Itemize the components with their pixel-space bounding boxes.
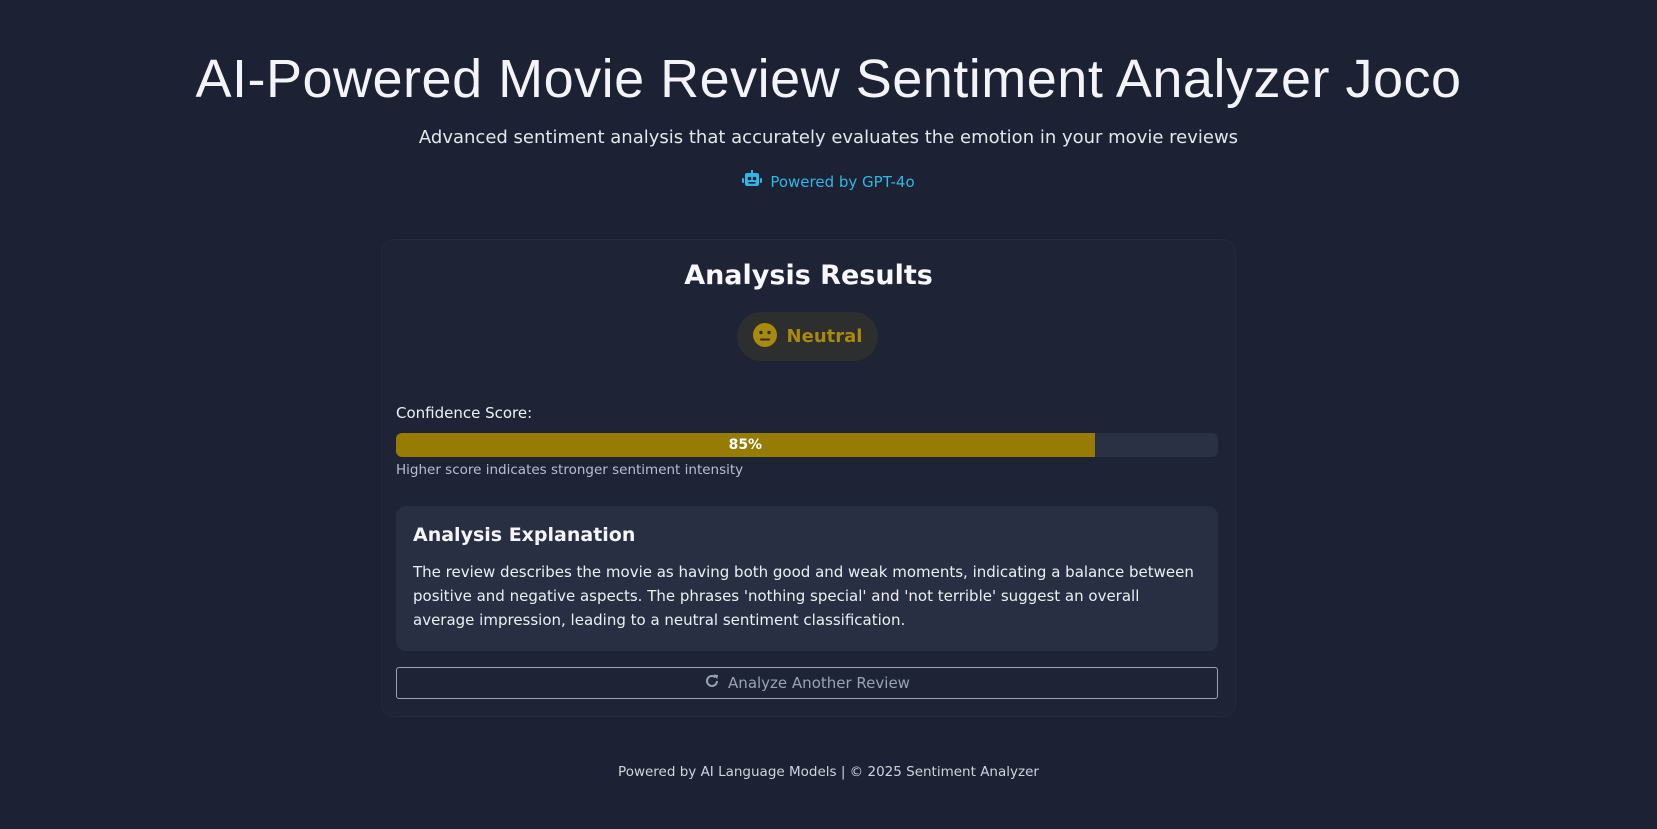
analyze-another-label: Analyze Another Review <box>728 674 910 692</box>
page-subtitle: Advanced sentiment analysis that accurat… <box>418 127 1239 148</box>
page-title: AI-Powered Movie Review Sentiment Analyz… <box>195 49 1462 109</box>
explanation-text: The review describes the movie as having… <box>413 563 1194 629</box>
robot-icon <box>742 170 763 193</box>
footer: Powered by AI Language Models | © 2025 S… <box>618 764 1039 780</box>
analyze-another-button[interactable]: Analyze Another Review <box>396 667 1218 699</box>
confidence-bar: 85% <box>396 433 1218 457</box>
results-title: Analysis Results <box>684 260 933 291</box>
redo-icon <box>704 673 720 693</box>
page: AI-Powered Movie Review Sentiment Analyz… <box>0 0 1657 829</box>
explanation-panel: Analysis Explanation The review describe… <box>396 506 1218 651</box>
explanation-title: Analysis Explanation <box>413 524 636 546</box>
sentiment-badge: Neutral <box>737 312 878 361</box>
header: AI-Powered Movie Review Sentiment Analyz… <box>0 44 1657 193</box>
sentiment-label: Neutral <box>786 326 863 347</box>
results-card: Analysis Results Neutral Confidence Scor… <box>382 240 1235 716</box>
confidence-note: Higher score indicates stronger sentimen… <box>396 462 744 478</box>
powered-by: Powered by GPT-4o <box>742 170 915 193</box>
confidence-label: Confidence Score: <box>396 404 533 422</box>
neutral-face-icon <box>752 322 777 351</box>
confidence-bar-fill: 85% <box>396 433 1095 457</box>
confidence-value: 85% <box>728 437 763 453</box>
powered-by-label: Powered by GPT-4o <box>770 172 915 191</box>
